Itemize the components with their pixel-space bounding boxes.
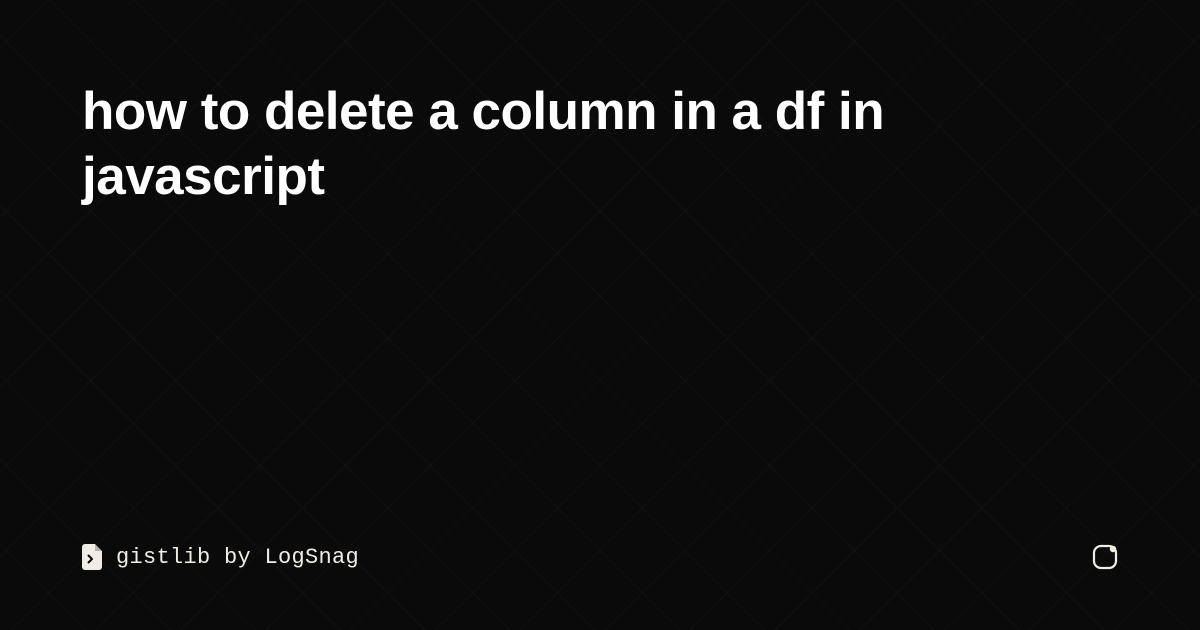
card-container: how to delete a column in a df in javasc… xyxy=(0,0,1200,630)
page-title: how to delete a column in a df in javasc… xyxy=(82,80,1082,209)
file-icon xyxy=(82,544,102,570)
brand-label: gistlib by LogSnag xyxy=(116,545,359,570)
external-link-icon[interactable] xyxy=(1092,544,1118,570)
footer: gistlib by LogSnag xyxy=(82,544,1118,570)
brand: gistlib by LogSnag xyxy=(82,544,359,570)
